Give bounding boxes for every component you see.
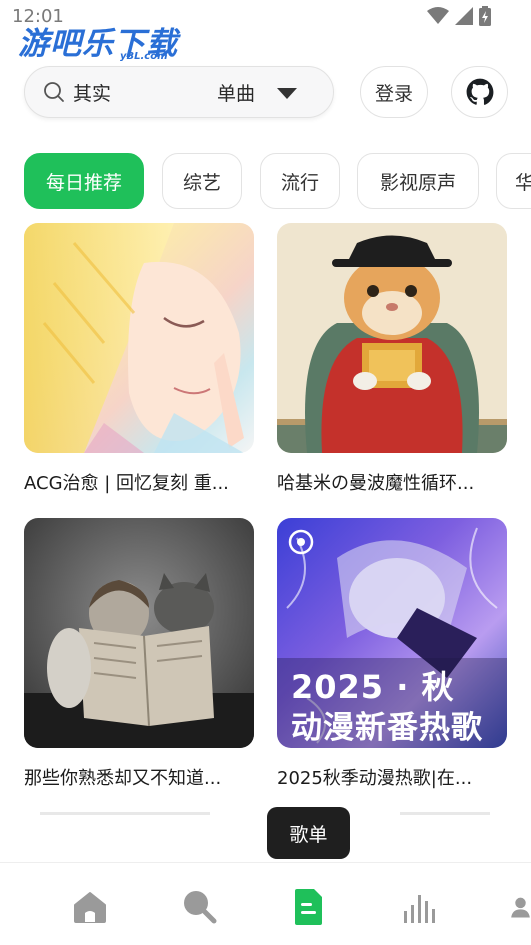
- github-icon: [466, 78, 493, 105]
- profile-icon: [511, 897, 530, 918]
- tab-pop[interactable]: 流行: [260, 153, 340, 209]
- playlist-card[interactable]: 2025 · 秋 动漫新番热歌 2025秋季动漫热歌|在...: [277, 518, 507, 798]
- nav-search[interactable]: [180, 887, 220, 927]
- playlist-icon: [295, 889, 322, 925]
- playlist-card[interactable]: ACG治愈 | 回忆复刻 重...: [24, 223, 254, 503]
- playlist-card[interactable]: 哈基米の曼波魔性循环...: [277, 223, 507, 503]
- search-type-select[interactable]: 单曲: [217, 79, 255, 106]
- nav-charts[interactable]: [399, 887, 439, 927]
- nav-home[interactable]: [70, 887, 110, 927]
- tab-chinese[interactable]: 华: [496, 153, 531, 209]
- top-bar: 其实 单曲 登录: [24, 66, 508, 118]
- playlist-cover[interactable]: [277, 223, 507, 453]
- playlist-cover[interactable]: [24, 518, 254, 748]
- bottom-nav: [0, 862, 531, 945]
- system-icons: [427, 6, 491, 26]
- playlist-title[interactable]: ACG治愈 | 回忆复刻 重...: [24, 469, 254, 495]
- signal-icon: [455, 7, 473, 25]
- playlist-title[interactable]: 那些你熟悉却又不知道...: [24, 764, 254, 790]
- playlist-cover[interactable]: 2025 · 秋 动漫新番热歌: [277, 518, 507, 748]
- chevron-down-icon[interactable]: [277, 88, 297, 100]
- nav-playlist[interactable]: [288, 887, 328, 927]
- category-tabs: 每日推荐 综艺 流行 影视原声 华: [24, 153, 531, 211]
- playlist-card[interactable]: 那些你熟悉却又不知道...: [24, 518, 254, 798]
- wifi-icon: [427, 7, 449, 24]
- battery-icon: [479, 6, 491, 26]
- search-icon: [184, 891, 217, 924]
- login-button[interactable]: 登录: [360, 66, 428, 118]
- next-row-peek: [40, 812, 210, 815]
- playlist-title[interactable]: 2025秋季动漫热歌|在...: [277, 764, 507, 790]
- watermark-subtext: yBL.com: [120, 51, 168, 62]
- nav-profile[interactable]: [510, 887, 531, 927]
- home-icon: [74, 892, 106, 923]
- chart-icon: [404, 895, 435, 923]
- search-box[interactable]: 其实 单曲: [24, 66, 334, 118]
- search-icon: [44, 82, 64, 102]
- tab-variety[interactable]: 综艺: [162, 153, 242, 209]
- next-row-peek: [400, 812, 490, 815]
- search-input[interactable]: 其实: [73, 79, 111, 106]
- github-button[interactable]: [451, 66, 508, 118]
- cover-text-line2: 动漫新番热歌: [291, 710, 483, 746]
- tab-soundtrack[interactable]: 影视原声: [357, 153, 479, 209]
- toast-message: 歌单: [267, 807, 350, 859]
- tab-daily-recommend[interactable]: 每日推荐: [24, 153, 144, 209]
- playlist-cover[interactable]: [24, 223, 254, 453]
- playlist-title[interactable]: 哈基米の曼波魔性循环...: [277, 469, 507, 495]
